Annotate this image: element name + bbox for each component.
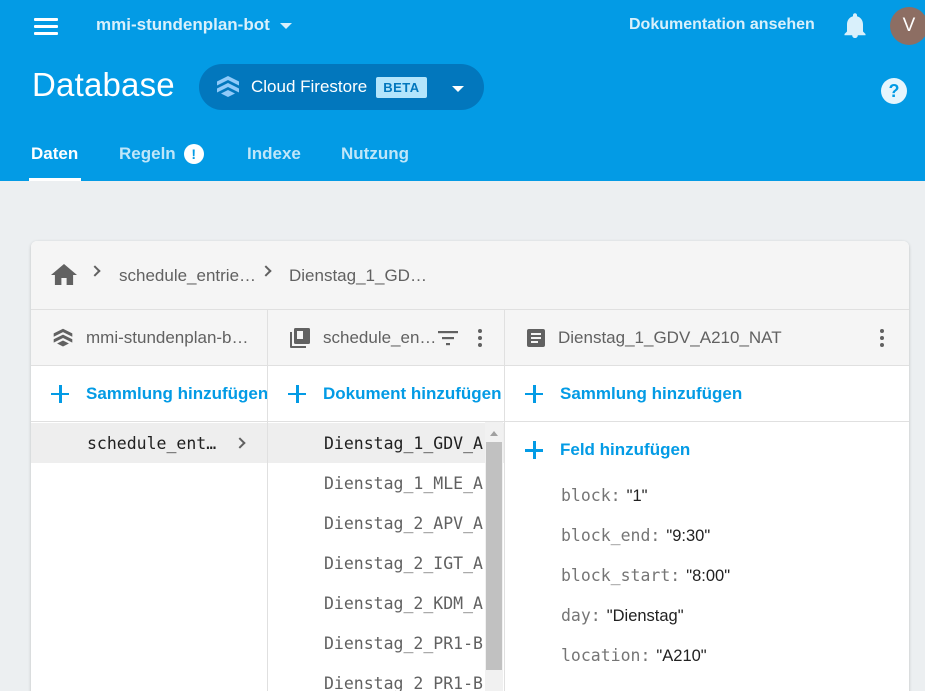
add-document-label: Dokument hinzufügen <box>323 383 502 403</box>
list-item[interactable]: Dienstag_1_MLE_A <box>268 463 504 503</box>
root-title: mmi-stundenplan-b… <box>86 327 249 347</box>
tab-label: Daten <box>31 144 79 163</box>
collection-icon <box>290 327 310 348</box>
document-name: Dienstag_2_IGT_A <box>324 553 483 573</box>
page-title: Database <box>32 66 175 103</box>
root-column: mmi-stundenplan-b… Sammlung hinzufügen s… <box>31 310 268 691</box>
collection-title: schedule_en… <box>323 327 437 347</box>
document-name: Dienstag_2_PR1-B <box>324 633 483 653</box>
root-column-header: mmi-stundenplan-b… <box>31 310 267 366</box>
beta-badge: BETA <box>376 76 427 98</box>
alert-icon: ! <box>183 144 204 164</box>
document-list-scrollbar[interactable] <box>485 422 503 691</box>
more-vert-icon[interactable] <box>880 329 884 347</box>
add-field-button[interactable]: Feld hinzufügen <box>505 422 909 478</box>
breadcrumb: schedule_entrie… Dienstag_1_GD… <box>31 241 909 310</box>
project-name: mmi-stundenplan-bot <box>96 15 270 34</box>
active-tab-indicator <box>29 178 81 181</box>
project-selector[interactable]: mmi-stundenplan-bot <box>96 15 292 35</box>
document-name: Dienstag_2_APV_A <box>324 513 483 533</box>
document-column-header: Dienstag_1_GDV_A210_NAT <box>505 310 909 366</box>
tab-indexe[interactable]: Indexe <box>247 144 301 164</box>
add-field-label: Feld hinzufügen <box>560 440 691 459</box>
top-header: mmi-stundenplan-bot Dokumentation ansehe… <box>0 0 925 181</box>
field-value: "Dienstag" <box>606 607 684 625</box>
field-key: block_start: <box>561 566 681 585</box>
add-document-button[interactable]: Dokument hinzufügen <box>268 366 504 422</box>
add-subcollection-button[interactable]: Sammlung hinzufügen <box>505 366 909 422</box>
tab-bar: Daten Regeln ! Indexe Nutzung <box>0 130 925 181</box>
chevron-right-icon <box>234 437 246 449</box>
database-selector[interactable]: Cloud Firestore BETA <box>199 64 484 110</box>
document-name: Dienstag_1_GDV_A <box>324 433 483 453</box>
firestore-icon <box>53 328 73 346</box>
plus-icon <box>51 384 69 403</box>
tab-label: Regeln <box>119 144 176 163</box>
field-row[interactable]: location: "A210" <box>561 646 707 666</box>
list-item[interactable]: Dienstag_2_PR1-B <box>268 623 504 663</box>
help-icon[interactable]: ? <box>881 78 907 104</box>
document-title: Dienstag_1_GDV_A210_NAT <box>558 327 782 347</box>
document-name: Dienstag_2_KDM_A <box>324 593 483 613</box>
database-name: Cloud Firestore <box>251 77 368 96</box>
tab-label: Indexe <box>247 144 301 163</box>
collection-column: schedule_en… Dokument hinzufügen Diensta… <box>268 310 505 691</box>
home-icon[interactable] <box>51 263 77 287</box>
plus-icon <box>288 384 306 403</box>
document-column: Dienstag_1_GDV_A210_NAT Sammlung hinzufü… <box>505 310 909 691</box>
list-item[interactable]: Dienstag_2_KDM_A <box>268 583 504 623</box>
chevron-right-icon <box>89 265 101 277</box>
list-item[interactable]: Dienstag_2_APV_A <box>268 503 504 543</box>
list-item[interactable]: Dienstag_1_GDV_A <box>268 423 504 463</box>
field-value: "A210" <box>656 647 707 665</box>
add-collection-button[interactable]: Sammlung hinzufügen <box>31 366 267 422</box>
field-row[interactable]: block_end: "9:30" <box>561 526 710 546</box>
breadcrumb-collection[interactable]: schedule_entrie… <box>119 266 256 286</box>
field-key: location: <box>561 646 651 665</box>
add-collection-label: Sammlung hinzufügen <box>86 383 268 403</box>
bell-icon[interactable] <box>843 13 867 39</box>
menu-icon[interactable] <box>34 14 58 38</box>
field-key: day: <box>561 606 601 625</box>
docs-link[interactable]: Dokumentation ansehen <box>629 16 815 34</box>
data-panel: schedule_entrie… Dienstag_1_GD… mmi-stun… <box>31 241 909 691</box>
filter-icon[interactable] <box>438 330 458 346</box>
tab-label: Nutzung <box>341 144 409 163</box>
breadcrumb-document[interactable]: Dienstag_1_GD… <box>289 266 427 286</box>
plus-icon <box>525 441 543 459</box>
list-item[interactable]: schedule_ent… <box>31 423 267 463</box>
document-name: Dienstag_2_PR1-B <box>324 673 483 691</box>
field-row[interactable]: block: "1" <box>561 486 648 506</box>
chevron-down-icon <box>279 23 292 29</box>
tab-daten[interactable]: Daten <box>31 144 78 164</box>
field-value: "8:00" <box>686 567 731 585</box>
plus-icon <box>525 384 543 403</box>
list-item[interactable]: Dienstag_2_IGT_A <box>268 543 504 583</box>
firestore-icon <box>217 76 239 97</box>
field-row[interactable]: block_start: "8:00" <box>561 566 730 586</box>
more-vert-icon[interactable] <box>478 329 482 347</box>
tab-regeln[interactable]: Regeln ! <box>119 144 204 164</box>
document-name: Dienstag_1_MLE_A <box>324 473 483 493</box>
chevron-right-icon <box>260 265 272 277</box>
avatar[interactable]: V <box>890 7 925 45</box>
field-key: block_end: <box>561 526 661 545</box>
field-value: "1" <box>626 487 648 505</box>
add-subcollection-label: Sammlung hinzufügen <box>560 383 743 403</box>
field-row[interactable]: day: "Dienstag" <box>561 606 684 626</box>
chevron-down-icon <box>452 86 464 92</box>
collection-column-header: schedule_en… <box>268 310 504 366</box>
field-key: block: <box>561 486 621 505</box>
document-icon <box>527 328 545 347</box>
tab-nutzung[interactable]: Nutzung <box>341 144 409 164</box>
collection-name: schedule_ent… <box>87 433 217 453</box>
field-value: "9:30" <box>666 527 711 545</box>
list-item[interactable]: Dienstag_2_PR1-B <box>268 663 504 691</box>
